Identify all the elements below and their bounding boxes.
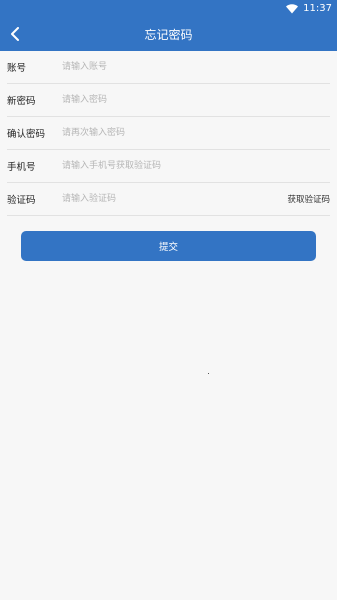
new-password-label: 新密码 — [7, 96, 36, 107]
get-code-button[interactable]: 获取验证码 — [281, 193, 330, 205]
new-password-input[interactable] — [62, 90, 330, 110]
verification-code-row: 验证码 获取验证码 — [7, 183, 330, 216]
status-time: 11:37 — [303, 3, 332, 14]
account-row: 账号 — [7, 51, 330, 84]
phone-input[interactable] — [62, 156, 330, 176]
reset-form: 账号 新密码 确认密码 手机号 验证码 获取验证码 — [0, 51, 337, 216]
confirm-password-row: 确认密码 — [7, 117, 330, 150]
new-password-row: 新密码 — [7, 84, 330, 117]
verification-code-label: 验证码 — [7, 195, 36, 206]
back-button[interactable] — [6, 25, 24, 43]
confirm-password-input[interactable] — [62, 123, 330, 143]
decorative-dot — [208, 373, 209, 374]
confirm-password-label: 确认密码 — [7, 129, 46, 140]
phone-row: 手机号 — [7, 150, 330, 183]
account-label: 账号 — [7, 63, 27, 74]
phone-label: 手机号 — [7, 162, 36, 173]
wifi-icon — [286, 3, 299, 13]
app-bar: 忘记密码 — [0, 17, 337, 51]
submit-button[interactable]: 提交 — [21, 231, 316, 261]
verification-code-input[interactable] — [62, 189, 282, 209]
submit-container: 提交 — [0, 216, 337, 261]
status-bar: 11:37 — [0, 0, 337, 17]
account-input[interactable] — [62, 57, 330, 77]
chevron-left-icon — [11, 27, 19, 41]
forgot-password-screen: 11:37 忘记密码 账号 新密码 确认密码 手机号 验证码 获取 — [0, 0, 337, 600]
page-title: 忘记密码 — [144, 27, 193, 42]
